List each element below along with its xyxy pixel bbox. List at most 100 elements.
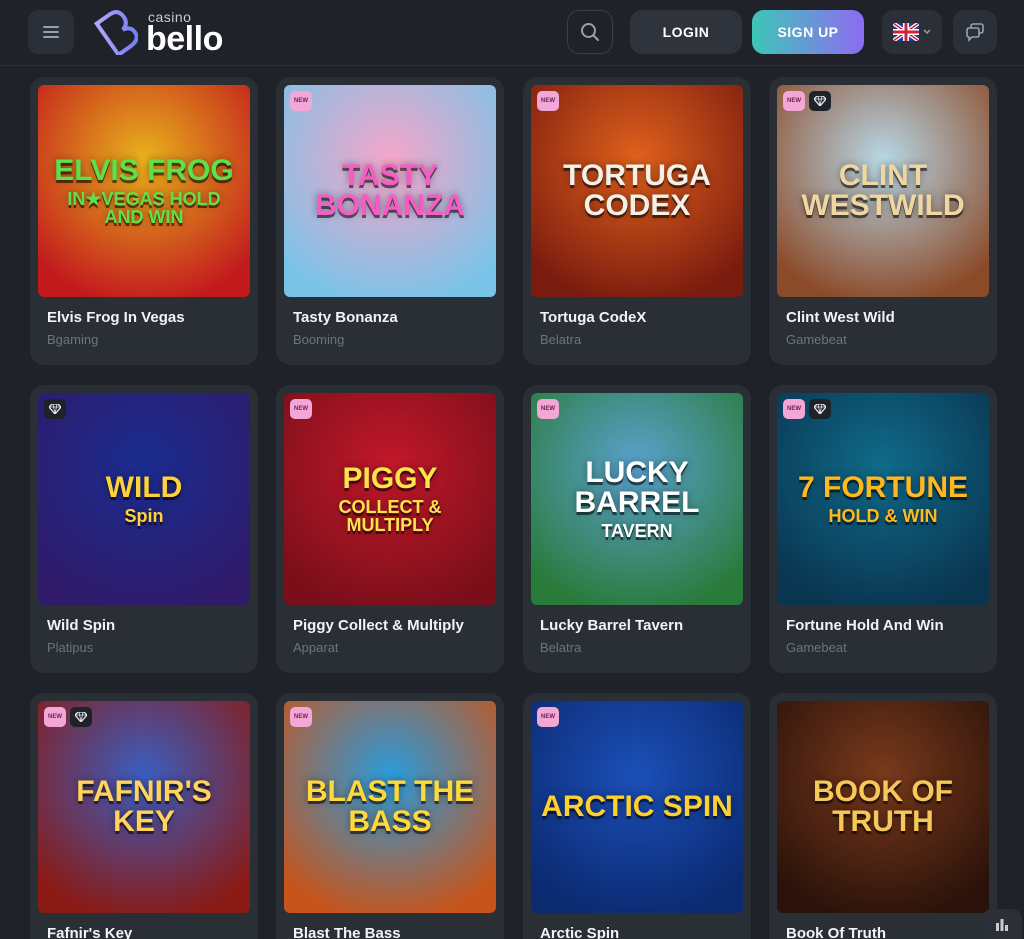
game-provider: Belatra <box>540 640 582 655</box>
game-thumbnail[interactable]: BLAST THE BASS NEW <box>284 701 496 913</box>
game-art-title: 7 FORTUNE HOLD & WIN <box>777 471 989 526</box>
game-name[interactable]: Wild Spin <box>47 617 115 634</box>
game-badges: NEW <box>783 399 831 419</box>
new-badge: NEW <box>290 91 312 111</box>
game-card[interactable]: LUCKY BARREL TAVERN NEW Lucky Barrel Tavern… <box>523 385 751 673</box>
game-name[interactable]: Lucky Barrel Tavern <box>540 617 683 634</box>
new-badge: NEW <box>783 399 805 419</box>
game-art-title: BOOK OF TRUTH <box>777 777 989 837</box>
game-name[interactable]: Arctic Spin <box>540 925 619 939</box>
game-art-title: WILD Spin <box>38 471 250 526</box>
game-thumbnail[interactable]: TORTUGA CODEX NEW <box>531 85 743 297</box>
game-art-title: TASTY BONANZA <box>284 161 496 221</box>
site-header: casino bello LOGIN SIGN UP <box>0 0 1024 66</box>
logo-bello-text: bello <box>146 20 223 58</box>
new-badge: NEW <box>783 91 805 111</box>
game-thumbnail[interactable]: LUCKY BARREL TAVERN NEW <box>531 393 743 605</box>
signup-button[interactable]: SIGN UP <box>752 10 864 54</box>
game-card[interactable]: ELVIS FROG IN★VEGAS HOLD AND WIN Elvis Fro… <box>30 77 258 365</box>
game-art-title-text: WILD <box>105 471 183 504</box>
game-card[interactable]: ARCTIC SPIN NEW Arctic Spin <box>523 693 751 939</box>
game-art-title-text: FAFNIR'S KEY <box>76 775 212 838</box>
game-art-title-text: BLAST THE BASS <box>305 775 475 838</box>
search-button[interactable] <box>567 10 613 54</box>
game-badges: NEW <box>537 91 559 111</box>
chat-icon <box>966 23 984 42</box>
game-thumbnail[interactable]: WILD Spin <box>38 393 250 605</box>
game-card[interactable]: BOOK OF TRUTH Book Of Truth <box>769 693 997 939</box>
chevron-down-icon <box>923 29 931 35</box>
game-badges <box>44 399 66 419</box>
game-name[interactable]: Fafnir's Key <box>47 925 132 939</box>
game-art-title: LUCKY BARREL TAVERN <box>531 456 743 541</box>
diamond-icon <box>44 399 66 419</box>
game-thumbnail[interactable]: 7 FORTUNE HOLD & WIN NEW <box>777 393 989 605</box>
game-name[interactable]: Tasty Bonanza <box>293 309 398 326</box>
game-art-subtitle-text: COLLECT & MULTIPLY <box>338 497 442 535</box>
game-name[interactable]: Blast The Bass <box>293 925 401 939</box>
game-badges: NEW <box>783 91 831 111</box>
game-provider: Platipus <box>47 640 94 655</box>
game-name[interactable]: Clint West Wild <box>786 309 895 326</box>
game-art-title: BLAST THE BASS <box>284 777 496 837</box>
game-provider: Apparat <box>293 640 339 655</box>
game-thumbnail[interactable]: CLINT WESTWILD NEW <box>777 85 989 297</box>
game-art-title-text: LUCKY BARREL <box>574 456 700 519</box>
game-art-title: ELVIS FROG IN★VEGAS HOLD AND WIN <box>38 156 250 227</box>
game-art-title: FAFNIR'S KEY <box>38 777 250 837</box>
new-badge: NEW <box>537 91 559 111</box>
game-name[interactable]: Elvis Frog In Vegas <box>47 309 185 326</box>
game-thumbnail[interactable]: PIGGY COLLECT & MULTIPLY NEW <box>284 393 496 605</box>
game-art-title-text: TASTY BONANZA <box>315 159 465 222</box>
game-art-title-text: PIGGY <box>342 462 438 495</box>
game-art-title: TORTUGA CODEX <box>531 161 743 221</box>
game-card[interactable]: TORTUGA CODEX NEW Tortuga CodeX Belatra <box>523 77 751 365</box>
game-art-title-text: TORTUGA CODEX <box>563 159 711 222</box>
game-thumbnail[interactable]: ARCTIC SPIN NEW <box>531 701 743 913</box>
game-art-title: PIGGY COLLECT & MULTIPLY <box>284 462 496 535</box>
language-selector[interactable] <box>882 10 942 54</box>
new-badge: NEW <box>290 707 312 727</box>
game-thumbnail[interactable]: FAFNIR'S KEY NEW <box>38 701 250 913</box>
new-badge: NEW <box>537 399 559 419</box>
chat-button[interactable] <box>953 10 997 54</box>
game-card[interactable]: TASTY BONANZA NEW Tasty Bonanza Booming <box>276 77 504 365</box>
uk-flag-icon <box>893 23 919 41</box>
game-art-title: CLINT WESTWILD <box>777 161 989 221</box>
game-art-title-text: 7 FORTUNE <box>797 471 968 504</box>
game-thumbnail[interactable]: ELVIS FROG IN★VEGAS HOLD AND WIN <box>38 85 250 297</box>
game-card[interactable]: PIGGY COLLECT & MULTIPLY NEW Piggy Collect … <box>276 385 504 673</box>
game-badges: NEW <box>290 399 312 419</box>
game-art-subtitle-text: IN★VEGAS HOLD AND WIN <box>67 189 221 227</box>
game-thumbnail[interactable]: BOOK OF TRUTH <box>777 701 989 913</box>
game-badges: NEW <box>290 91 312 111</box>
game-badges: NEW <box>537 707 559 727</box>
diamond-icon <box>809 91 831 111</box>
game-name[interactable]: Tortuga CodeX <box>540 309 646 326</box>
game-provider: Belatra <box>540 332 582 347</box>
game-card[interactable]: WILD Spin Wild Spin Platipus <box>30 385 258 673</box>
search-icon <box>581 23 599 41</box>
game-art-title-text: ARCTIC SPIN <box>541 790 733 823</box>
game-card[interactable]: 7 FORTUNE HOLD & WIN NEW Fortune Hold And W… <box>769 385 997 673</box>
game-card[interactable]: CLINT WESTWILD NEW Clint West Wild Gamebeat <box>769 77 997 365</box>
game-thumbnail[interactable]: TASTY BONANZA NEW <box>284 85 496 297</box>
game-name[interactable]: Piggy Collect & Multiply <box>293 617 464 634</box>
game-provider: Gamebeat <box>786 640 847 655</box>
casino-bello-logo[interactable]: casino bello <box>92 8 236 58</box>
game-name[interactable]: Book Of Truth <box>786 925 886 939</box>
game-card[interactable]: FAFNIR'S KEY NEW Fafnir's Key <box>30 693 258 939</box>
game-name[interactable]: Fortune Hold And Win <box>786 617 944 634</box>
logo-mark-icon <box>93 10 138 55</box>
new-badge: NEW <box>290 399 312 419</box>
game-card[interactable]: BLAST THE BASS NEW Blast The Bass <box>276 693 504 939</box>
stats-button[interactable] <box>982 909 1022 939</box>
new-badge: NEW <box>44 707 66 727</box>
game-art-subtitle-text: TAVERN <box>601 521 673 541</box>
game-badges: NEW <box>44 707 92 727</box>
game-provider: Booming <box>293 332 345 347</box>
login-button[interactable]: LOGIN <box>630 10 742 54</box>
diamond-icon <box>809 399 831 419</box>
game-provider: Bgaming <box>47 332 99 347</box>
menu-button[interactable] <box>28 10 74 54</box>
